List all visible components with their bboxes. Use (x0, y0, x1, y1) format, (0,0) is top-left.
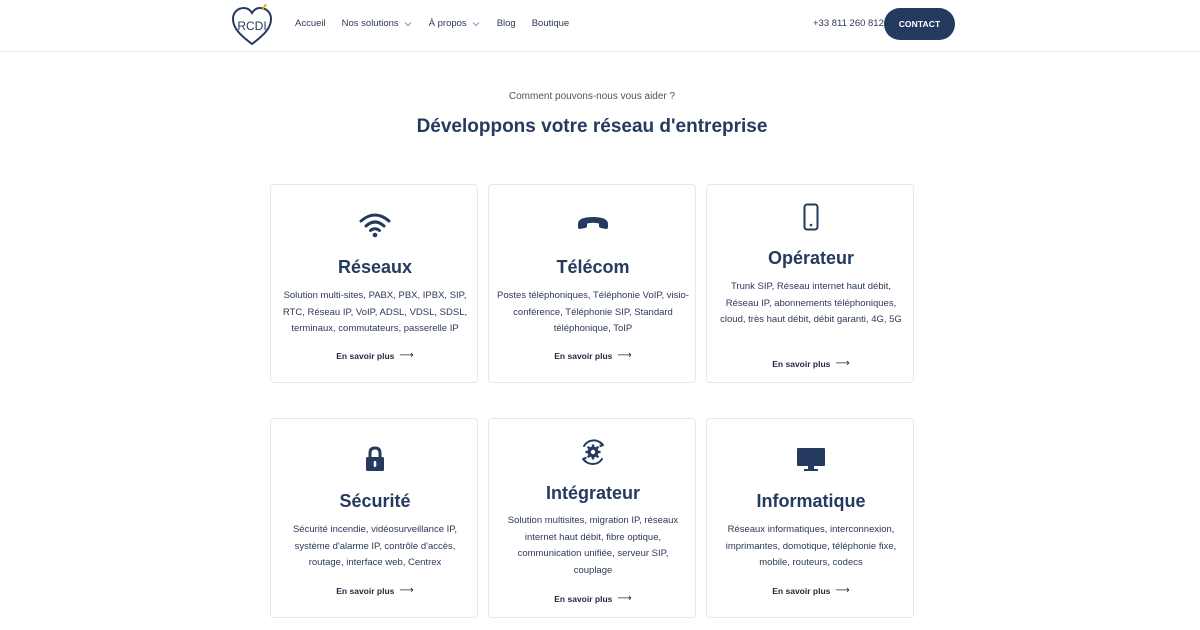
nav-a-propos[interactable]: À propos (429, 18, 481, 29)
learn-more-label: En savoir plus (554, 350, 613, 361)
section-title: Développons votre réseau d'entreprise (416, 116, 768, 137)
learn-more-link[interactable]: En savoir plus ⟶ (489, 593, 697, 604)
service-card-informatique: Informatique Réseaux informatiques, inte… (706, 418, 914, 618)
lock-icon (271, 446, 479, 472)
nav-label: Nos solutions (341, 18, 399, 29)
nav-boutique[interactable]: Boutique (532, 18, 570, 29)
learn-more-link[interactable]: En savoir plus ⟶ (489, 350, 697, 361)
learn-more-link[interactable]: En savoir plus ⟶ (271, 585, 479, 596)
gear-sync-icon (489, 437, 697, 467)
learn-more-label: En savoir plus (336, 585, 395, 596)
learn-more-link[interactable]: En savoir plus ⟶ (707, 358, 915, 369)
service-card-integrateur: Intégrateur Solution multisites, migrati… (488, 418, 696, 618)
monitor-icon (707, 447, 915, 471)
nav-label: À propos (428, 18, 467, 29)
chevron-down-icon (472, 21, 480, 26)
arrow-right-icon: ⟶ (835, 585, 850, 596)
service-card-reseaux: Réseaux Solution multi-sites, PABX, PBX,… (270, 184, 478, 383)
learn-more-link[interactable]: En savoir plus ⟶ (271, 350, 479, 361)
arrow-right-icon: ⟶ (399, 585, 414, 596)
service-card-telecom: Télécom Postes téléphoniques, Téléphonie… (488, 184, 696, 383)
card-title: Télécom (556, 257, 630, 277)
arrow-right-icon: ⟶ (617, 350, 632, 361)
card-title: Intégrateur (545, 483, 641, 503)
card-description: Sécurité incendie, vidéosurveillance IP,… (292, 524, 458, 568)
card-description: Postes téléphoniques, Téléphonie VoIP, v… (497, 290, 689, 334)
nav-label: Boutique (531, 18, 570, 29)
phone-link[interactable]: +33 811 260 812 (813, 18, 884, 29)
learn-more-label: En savoir plus (772, 585, 831, 596)
site-header: RCDI Accueil Nos solutions À propos Blog… (0, 0, 1200, 52)
card-description: Réseaux informatiques, interconnexion, i… (725, 524, 897, 568)
service-card-operateur: Opérateur Trunk SIP, Réseau internet hau… (706, 184, 914, 383)
rcdi-logo[interactable]: RCDI (230, 4, 274, 48)
learn-more-label: En savoir plus (772, 358, 831, 369)
card-title: Opérateur (767, 248, 855, 268)
svg-text:RCDI: RCDI (237, 19, 266, 33)
card-description: Solution multisites, migration IP, résea… (507, 515, 679, 576)
learn-more-label: En savoir plus (554, 593, 613, 604)
learn-more-label: En savoir plus (336, 350, 395, 361)
arrow-right-icon: ⟶ (835, 358, 850, 369)
mobile-icon (707, 203, 915, 231)
nav-label: Accueil (295, 18, 326, 29)
card-title: Réseaux (337, 257, 413, 277)
nav-label: Blog (496, 18, 516, 29)
card-title: Informatique (756, 491, 866, 511)
nav-blog[interactable]: Blog (497, 18, 516, 29)
section-kicker: Comment pouvons-nous vous aider ? (508, 91, 676, 102)
card-description: Solution multi-sites, PABX, PBX, IPBX, S… (282, 290, 468, 334)
card-description: Trunk SIP, Réseau internet haut débit, R… (720, 281, 902, 325)
nav-nos-solutions[interactable]: Nos solutions (342, 18, 413, 29)
learn-more-link[interactable]: En savoir plus ⟶ (707, 585, 915, 596)
nav-accueil[interactable]: Accueil (295, 18, 326, 29)
phone-icon (489, 215, 697, 231)
main-nav: Accueil Nos solutions À propos Blog Bout… (295, 18, 585, 29)
service-card-securite: Sécurité Sécurité incendie, vidéosurveil… (270, 418, 478, 618)
wifi-icon (271, 210, 479, 238)
card-title: Sécurité (339, 491, 411, 511)
contact-button[interactable]: CONTACT (884, 8, 955, 40)
chevron-down-icon (404, 21, 412, 26)
arrow-right-icon: ⟶ (399, 350, 414, 361)
arrow-right-icon: ⟶ (617, 593, 632, 604)
